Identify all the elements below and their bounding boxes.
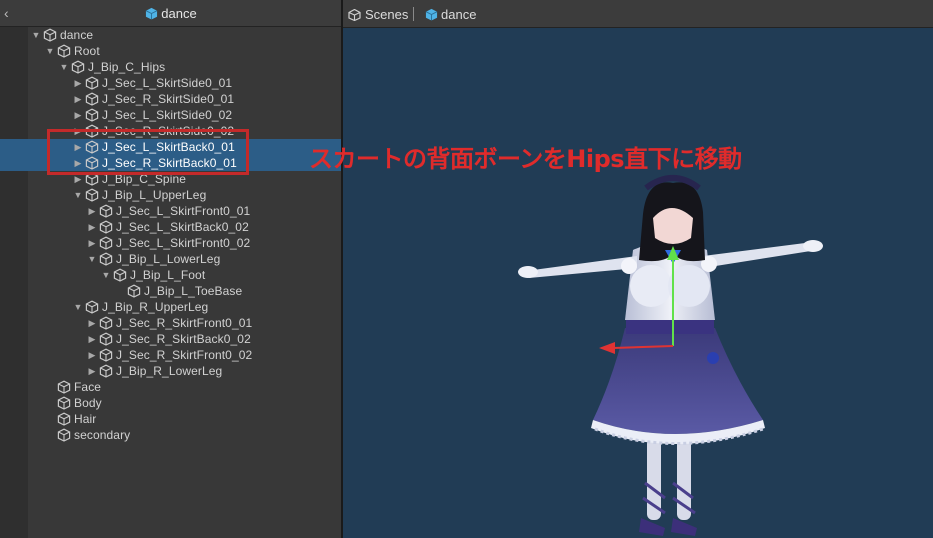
expand-arrow-down-icon[interactable]: ▼ — [87, 253, 97, 265]
prefab-cube-icon — [425, 8, 438, 21]
hierarchy-row-label: J_Bip_L_Foot — [130, 268, 206, 282]
unity-logo-icon — [348, 9, 361, 21]
expand-arrow-right-icon[interactable]: ▶ — [73, 109, 83, 121]
gameobject-cube-icon — [99, 332, 113, 346]
hierarchy-row[interactable]: ▶ J_Sec_L_SkirtFront0_01 — [0, 203, 342, 219]
hierarchy-row-label: J_Sec_R_SkirtSide0_01 — [102, 92, 235, 106]
hierarchy-row[interactable]: ▼ J_Bip_R_UpperLeg — [0, 299, 342, 315]
gameobject-cube-icon — [57, 380, 71, 394]
hierarchy-row[interactable]: Body — [0, 395, 342, 411]
hierarchy-row[interactable]: Hair — [0, 411, 342, 427]
hierarchy-row-label: J_Sec_L_SkirtFront0_02 — [116, 236, 251, 250]
breadcrumb-separator — [413, 7, 414, 21]
hierarchy-row[interactable]: ▼ J_Bip_L_UpperLeg — [0, 187, 342, 203]
hierarchy-row[interactable]: ▶ J_Bip_R_LowerLeg — [0, 363, 342, 379]
gameobject-cube-icon — [85, 300, 99, 314]
gameobject-cube-icon — [99, 316, 113, 330]
hierarchy-row-label: J_Bip_L_UpperLeg — [102, 188, 207, 202]
hierarchy-title: dance — [0, 6, 342, 21]
gameobject-cube-icon — [99, 220, 113, 234]
hierarchy-row-label: dance — [60, 28, 94, 42]
gameobject-cube-icon — [99, 252, 113, 266]
annotation-text: スカートの背面ボーンをHips直下に移動 — [309, 145, 742, 173]
hierarchy-panel: ‹ dance ▼ dance ▼ Root ▼ J_Bip_C_Hips ▶ J_Sec_L… — [0, 0, 342, 538]
expand-arrow-right-icon[interactable]: ▶ — [87, 221, 97, 233]
gameobject-cube-icon — [99, 348, 113, 362]
hierarchy-row[interactable]: ▶ J_Sec_L_SkirtFront0_02 — [0, 235, 342, 251]
scene-viewport[interactable] — [343, 28, 933, 538]
annotation-highlight-box — [47, 129, 249, 175]
hierarchy-row[interactable]: ▶ J_Sec_L_SkirtBack0_02 — [0, 219, 342, 235]
hierarchy-row[interactable]: ▶ J_Sec_R_SkirtFront0_01 — [0, 315, 342, 331]
gameobject-cube-icon — [57, 396, 71, 410]
hierarchy-row[interactable]: ▶ J_Sec_L_SkirtSide0_01 — [0, 75, 342, 91]
character-model[interactable] — [343, 28, 933, 538]
gameobject-cube-icon — [85, 188, 99, 202]
hierarchy-title-label: dance — [161, 6, 197, 21]
hierarchy-row-label: J_Sec_R_SkirtBack0_02 — [116, 332, 251, 346]
hierarchy-row-label: Hair — [74, 412, 97, 426]
expand-arrow-down-icon[interactable]: ▼ — [45, 45, 55, 57]
gameobject-cube-icon — [71, 60, 85, 74]
prefab-cube-icon — [146, 7, 158, 20]
hierarchy-row[interactable]: ▼ Root — [0, 43, 342, 59]
hierarchy-row[interactable]: ▶ J_Sec_R_SkirtBack0_02 — [0, 331, 342, 347]
hierarchy-row[interactable]: ▶ J_Sec_R_SkirtSide0_01 — [0, 91, 342, 107]
hierarchy-row-label: J_Sec_L_SkirtFront0_01 — [116, 204, 251, 218]
expand-arrow-right-icon[interactable]: ▶ — [87, 237, 97, 249]
gameobject-cube-icon — [113, 268, 127, 282]
hierarchy-row-label: Root — [74, 44, 100, 58]
expand-arrow-right-icon[interactable]: ▶ — [87, 205, 97, 217]
hierarchy-row[interactable]: secondary — [0, 427, 342, 443]
gameobject-cube-icon — [127, 284, 141, 298]
hierarchy-row[interactable]: ▶ J_Sec_R_SkirtFront0_02 — [0, 347, 342, 363]
gameobject-cube-icon — [85, 108, 99, 122]
gameobject-cube-icon — [85, 92, 99, 106]
gameobject-cube-icon — [57, 44, 71, 58]
gameobject-cube-icon — [57, 428, 71, 442]
gameobject-cube-icon — [99, 204, 113, 218]
hierarchy-row-label: J_Bip_C_Hips — [88, 60, 166, 74]
expand-arrow-down-icon[interactable]: ▼ — [31, 29, 41, 41]
scene-header: Scenes dance — [343, 0, 933, 28]
hierarchy-row-label: J_Sec_L_SkirtBack0_02 — [116, 220, 249, 234]
hierarchy-row-label: J_Sec_R_SkirtFront0_01 — [116, 316, 253, 330]
expand-arrow-right-icon[interactable]: ▶ — [87, 365, 97, 377]
hierarchy-row[interactable]: J_Bip_L_ToeBase — [0, 283, 342, 299]
hierarchy-row[interactable]: Face — [0, 379, 342, 395]
hierarchy-header: ‹ dance — [0, 0, 342, 27]
hierarchy-row-label: J_Bip_R_LowerLeg — [116, 364, 223, 378]
hierarchy-row[interactable]: ▼ J_Bip_L_Foot — [0, 267, 342, 283]
hierarchy-row[interactable]: ▼ J_Bip_L_LowerLeg — [0, 251, 342, 267]
breadcrumb-scenes[interactable]: Scenes — [365, 7, 408, 22]
breadcrumb-prefab[interactable]: dance — [441, 7, 476, 22]
hierarchy-row-label: Face — [74, 380, 102, 394]
scene-panel: Scenes dance — [343, 0, 933, 538]
expand-arrow-right-icon[interactable]: ▶ — [87, 333, 97, 345]
hierarchy-row-label: Body — [74, 396, 102, 410]
gameobject-cube-icon — [57, 412, 71, 426]
expand-arrow-right-icon[interactable]: ▶ — [73, 77, 83, 89]
hierarchy-row-label: J_Bip_L_LowerLeg — [116, 252, 221, 266]
hierarchy-row-label: secondary — [74, 428, 131, 442]
expand-arrow-right-icon[interactable]: ▶ — [73, 93, 83, 105]
hierarchy-row-label: J_Sec_R_SkirtFront0_02 — [116, 348, 253, 362]
hierarchy-row[interactable]: ▶ J_Sec_L_SkirtSide0_02 — [0, 107, 342, 123]
gameobject-cube-icon — [99, 236, 113, 250]
gameobject-cube-icon — [85, 76, 99, 90]
expand-arrow-down-icon[interactable]: ▼ — [73, 301, 83, 313]
expand-arrow-down-icon[interactable]: ▼ — [59, 61, 69, 73]
gameobject-cube-icon — [43, 28, 57, 42]
expand-arrow-down-icon[interactable]: ▼ — [101, 269, 111, 281]
expand-arrow-right-icon[interactable]: ▶ — [87, 349, 97, 361]
hierarchy-row[interactable]: ▼ dance — [0, 27, 342, 43]
expand-arrow-right-icon[interactable]: ▶ — [87, 317, 97, 329]
gameobject-cube-icon — [99, 364, 113, 378]
hierarchy-row[interactable]: ▼ J_Bip_C_Hips — [0, 59, 342, 75]
hierarchy-row-label: J_Bip_L_ToeBase — [144, 284, 243, 298]
hierarchy-row-label: J_Sec_L_SkirtSide0_01 — [102, 76, 233, 90]
hierarchy-row-label: J_Bip_R_UpperLeg — [102, 300, 209, 314]
expand-arrow-down-icon[interactable]: ▼ — [73, 189, 83, 201]
hierarchy-row-label: J_Sec_L_SkirtSide0_02 — [102, 108, 233, 122]
